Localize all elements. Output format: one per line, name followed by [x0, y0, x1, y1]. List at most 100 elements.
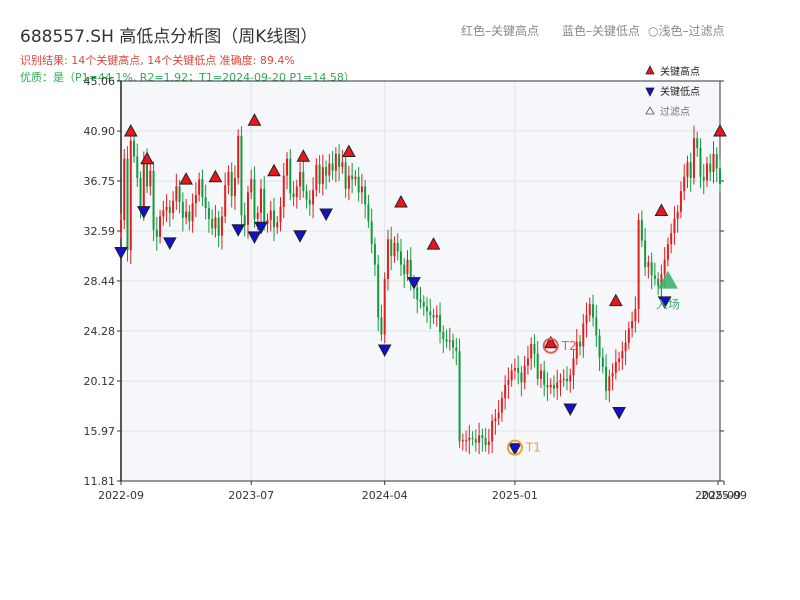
candle-body	[380, 317, 383, 335]
candle-body	[315, 164, 318, 190]
y-tick-label: 45.06	[84, 75, 116, 88]
candle-body	[126, 158, 129, 251]
entry-label: 入场	[656, 298, 680, 312]
candle-body	[334, 153, 337, 171]
t2-label: T2	[561, 339, 577, 353]
x-tick-label: 2023-07	[228, 489, 274, 502]
candle-body	[269, 210, 272, 221]
candle-body	[416, 287, 419, 300]
candle-body	[181, 202, 184, 218]
candle-body	[585, 315, 588, 324]
candle-body	[530, 343, 533, 359]
candle-body	[663, 259, 666, 275]
candle-body	[396, 242, 399, 252]
candle-body	[432, 315, 435, 318]
candle-body	[328, 163, 331, 176]
candle-body	[168, 206, 171, 213]
candle-body	[373, 244, 376, 265]
candle-body	[321, 167, 324, 184]
candle-body	[491, 420, 494, 442]
candle-body	[702, 176, 705, 181]
candle-body	[240, 135, 243, 216]
y-tick-label: 20.12	[84, 375, 116, 388]
candle-body	[510, 370, 513, 381]
candle-body	[523, 365, 526, 383]
candle-body	[666, 244, 669, 260]
candle-body	[513, 368, 516, 371]
candle-body	[618, 358, 621, 363]
candle-body	[155, 229, 158, 237]
x-tick-label: 2025-01	[492, 489, 538, 502]
y-tick-label: 40.90	[84, 125, 116, 138]
candle-body	[386, 239, 389, 280]
candle-body	[178, 186, 181, 203]
candle-body	[282, 175, 285, 207]
candle-body	[273, 210, 276, 228]
candle-body	[699, 147, 702, 177]
candle-body	[526, 358, 529, 366]
candle-body	[500, 398, 503, 413]
candle-body	[712, 153, 715, 172]
candle-body	[569, 375, 572, 382]
candle-body	[494, 418, 497, 421]
candle-body	[692, 138, 695, 178]
candle-body	[165, 206, 168, 211]
candle-body	[676, 211, 679, 219]
x-tick-label: 2022-09	[98, 489, 144, 502]
candle-body	[507, 380, 510, 385]
candle-body	[403, 264, 406, 275]
candle-body	[344, 162, 347, 189]
candle-body	[465, 440, 468, 442]
candle-body	[598, 335, 601, 358]
candle-body	[608, 376, 611, 391]
y-tick-label: 32.59	[84, 225, 116, 238]
candle-body	[230, 171, 233, 197]
candle-body	[715, 153, 718, 169]
candle-body	[220, 216, 223, 236]
candle-body	[305, 191, 308, 200]
candle-body	[360, 186, 363, 193]
candle-body	[670, 233, 673, 245]
candle-body	[455, 347, 458, 352]
candle-body	[188, 211, 191, 222]
candle-body	[325, 167, 328, 176]
candle-body	[605, 366, 608, 391]
candle-body	[367, 204, 370, 222]
candle-body	[120, 220, 122, 233]
candle-body	[572, 358, 575, 376]
candle-body	[595, 317, 598, 336]
candle-body	[383, 279, 386, 335]
candle-body	[295, 186, 298, 198]
candle-body	[637, 220, 640, 310]
candle-body	[565, 378, 568, 382]
candle-body	[452, 340, 455, 348]
candle-body	[487, 441, 490, 446]
candle-body	[582, 323, 585, 347]
candle-body	[370, 221, 373, 245]
candle-body	[139, 177, 142, 207]
candle-body	[474, 439, 477, 443]
candle-body	[318, 164, 321, 184]
candle-body	[562, 378, 565, 381]
candle-body	[588, 304, 591, 316]
candle-body	[299, 171, 302, 187]
candle-body	[136, 156, 139, 178]
candle-body	[224, 185, 227, 217]
candle-body	[497, 412, 500, 419]
candle-body	[279, 206, 282, 223]
candle-body	[442, 331, 445, 340]
candle-body	[214, 217, 217, 229]
candle-body	[644, 240, 647, 267]
candle-body	[237, 135, 240, 178]
candle-body	[286, 158, 289, 176]
candle-body	[539, 370, 542, 379]
candle-body	[696, 138, 699, 148]
candle-body	[399, 251, 402, 265]
candle-body	[162, 210, 165, 217]
candle-body	[422, 301, 425, 307]
candle-body	[517, 368, 520, 373]
candle-body	[129, 140, 132, 251]
candle-body	[347, 175, 350, 189]
candle-body	[406, 259, 409, 275]
candle-body	[504, 384, 507, 399]
